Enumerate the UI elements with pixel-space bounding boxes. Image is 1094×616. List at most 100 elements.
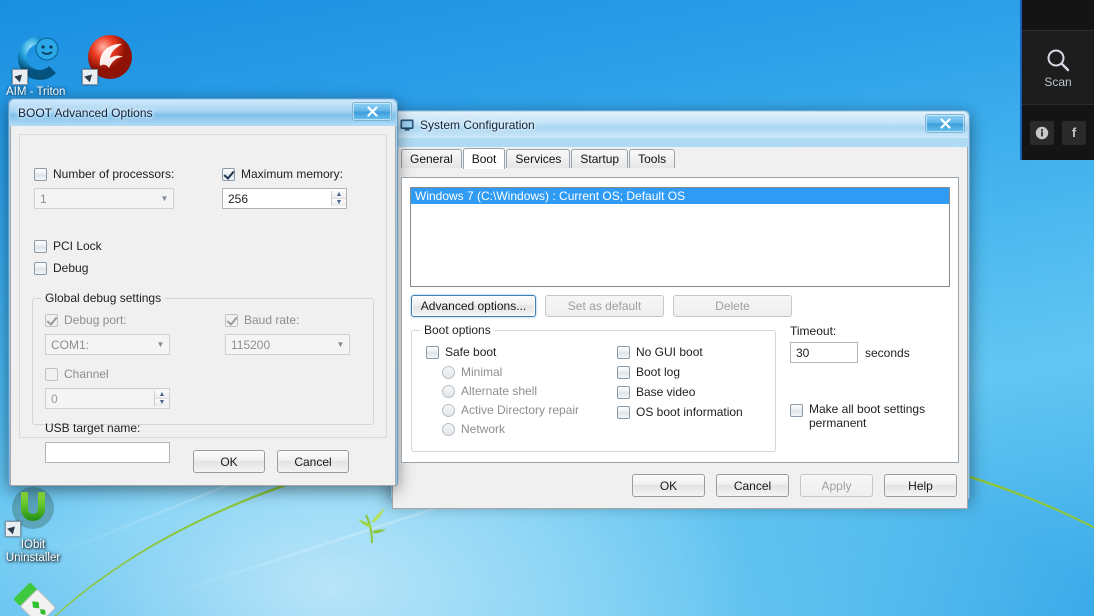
iobit-label-line2: Uninstaller [5,552,61,564]
maximum-memory-stepper[interactable]: ▲ ▼ [331,191,346,206]
tab-general-label: General [410,151,453,166]
number-of-processors-label: Number of processors: [53,167,175,181]
safe-boot-checkbox[interactable] [426,345,439,359]
close-icon[interactable] [352,102,392,121]
scan-button[interactable]: Scan [1022,30,1094,104]
system-configuration-window[interactable]: System Configuration General Boot Servic… [390,110,970,509]
chevron-down-icon: ▼ [156,340,165,349]
channel-value: 0 [51,391,58,406]
boot-log-checkbox-row[interactable]: Boot log [617,365,743,379]
base-video-checkbox[interactable] [617,385,630,399]
make-permanent-checkbox[interactable] [790,404,803,417]
make-permanent-checkbox-row[interactable]: Make all boot settings permanent [790,402,925,430]
boot-log-checkbox[interactable] [617,365,630,379]
set-as-default-label: Set as default [567,299,642,313]
shortcut-arrow-icon [5,521,21,537]
system-configuration-titlebar[interactable]: System Configuration [392,112,968,138]
cancel-label: Cancel [733,478,772,493]
tab-startup-label: Startup [580,151,620,166]
maximum-memory-input[interactable]: 256 ▲ ▼ [222,188,347,209]
boot-advanced-titlebar[interactable]: BOOT Advanced Options [10,100,396,126]
boot-entry-row[interactable]: Windows 7 (C:\Windows) : Current OS; Def… [411,188,949,204]
facebook-icon[interactable]: f [1062,120,1086,145]
usb-target-name-section: USB target name: [45,421,170,463]
no-gui-boot-checkbox-row[interactable]: No GUI boot [617,345,743,359]
boot-entries-listbox[interactable]: Windows 7 (C:\Windows) : Current OS; Def… [410,187,950,287]
safe-boot-checkbox-row[interactable]: Safe boot [426,345,579,359]
safe-boot-ad-repair-radio-row: Active Directory repair [442,403,579,417]
chevron-down-icon: ▼ [336,340,345,349]
boot-advanced-options-window[interactable]: BOOT Advanced Options Number of processo… [8,98,398,486]
tab-services[interactable]: Services [506,149,571,168]
usb-target-name-input[interactable] [45,442,170,463]
iobit-uninstaller-icon [5,484,59,537]
stepper-down-icon[interactable]: ▼ [332,199,346,206]
alternate-shell-label: Alternate shell [461,384,538,398]
os-boot-information-checkbox[interactable] [617,405,630,419]
ok-label: OK [659,478,678,493]
no-gui-boot-checkbox[interactable] [617,345,630,359]
boot-advanced-cancel-button[interactable]: Cancel [277,450,349,473]
tab-boot[interactable]: Boot [462,148,506,169]
shortcut-arrow-icon [82,69,98,85]
tab-general[interactable]: General [401,149,462,168]
ok-button[interactable]: OK [632,474,705,497]
channel-checkbox-row: Channel [45,367,170,381]
debug-checkbox-row[interactable]: Debug [34,261,88,275]
number-of-processors-checkbox[interactable] [34,167,47,181]
boot-log-label: Boot log [636,365,681,379]
green-tool-icon [7,576,59,616]
number-of-processors-checkbox-row[interactable]: Number of processors: [34,167,174,181]
tab-startup[interactable]: Startup [571,149,629,168]
stepper-up-icon[interactable]: ▲ [332,191,346,199]
number-of-processors-combo[interactable]: 1 ▼ [34,188,174,209]
magnifier-icon [1047,49,1070,71]
pci-lock-label: PCI Lock [53,239,102,253]
wallpaper-sprout-icon [358,507,386,544]
desktop-icon-label: IObit Uninstaller [0,539,78,565]
maximum-memory-value: 256 [228,191,249,206]
maximum-memory-checkbox-row[interactable]: Maximum memory: [222,167,347,181]
apply-label: Apply [821,478,852,493]
boot-advanced-ok-label: OK [220,454,238,469]
minimal-radio [442,365,455,379]
tabs[interactable]: General Boot Services Startup Tools [393,147,967,169]
boot-advanced-footer-buttons: OK Cancel [193,450,349,473]
global-debug-settings-title: Global debug settings [41,291,166,305]
desktop-icon-iobit-uninstaller[interactable]: IObit Uninstaller [0,484,78,565]
info-icon[interactable] [1030,120,1054,145]
timeout-input[interactable]: 30 [790,342,858,363]
os-boot-information-checkbox-row[interactable]: OS boot information [617,405,743,419]
maximum-memory-checkbox[interactable] [222,167,235,181]
advanced-options-button[interactable]: Advanced options... [411,295,536,317]
safe-boot-label: Safe boot [445,345,497,359]
debug-checkbox[interactable] [34,261,47,275]
network-radio [442,422,455,436]
close-icon[interactable] [925,114,965,133]
pci-lock-checkbox[interactable] [34,239,47,253]
channel-label: Channel [64,367,109,381]
help-button[interactable]: Help [884,474,957,497]
desktop-icon-label-row: AIM - Triton [6,86,66,96]
baud-rate-section: Baud rate: 115200 ▼ [225,313,350,355]
boot-options-group: Boot options Safe boot Minimal Alternate… [411,323,776,452]
tab-tools[interactable]: Tools [629,149,676,168]
channel-stepper: ▲ ▼ [154,391,169,406]
desktop-icon-trend-micro[interactable] [65,32,155,85]
desktop-icon-green-tool[interactable] [0,576,78,616]
scan-widget[interactable]: Scan f [1020,0,1094,160]
base-video-checkbox-row[interactable]: Base video [617,385,743,399]
scan-label: Scan [1044,74,1072,89]
social-bar: f [1022,104,1094,160]
pci-lock-checkbox-row[interactable]: PCI Lock [34,239,102,253]
no-gui-boot-label: No GUI boot [636,345,703,359]
footer-buttons: OK Cancel Apply Help [632,474,957,497]
number-of-processors-section: Number of processors: 1 ▼ [34,167,174,209]
delete-label: Delete [715,299,750,313]
debug-label: Debug [53,261,89,275]
baud-rate-value: 115200 [231,337,271,352]
boot-advanced-ok-button[interactable]: OK [193,450,265,473]
number-of-processors-value: 1 [40,191,47,206]
cancel-button[interactable]: Cancel [716,474,789,497]
channel-input: 0 ▲ ▼ [45,388,170,409]
